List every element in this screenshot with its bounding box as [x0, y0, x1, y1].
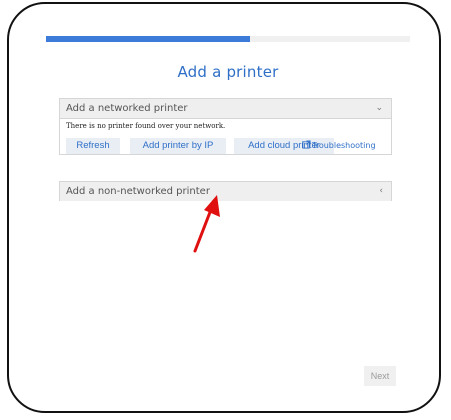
- networked-printer-header-label: Add a networked printer: [66, 103, 188, 114]
- non-networked-printer-header-label: Add a non-networked printer: [66, 186, 210, 197]
- next-button[interactable]: Next: [364, 366, 396, 386]
- red-arrow-annotation: [193, 195, 220, 253]
- progress-bar: [46, 36, 410, 42]
- non-networked-printer-section[interactable]: Add a non-networked printer ‹: [59, 181, 392, 201]
- troubleshooting-link[interactable]: Troubleshooting: [302, 138, 376, 154]
- chevron-down-icon: ⌄: [375, 103, 383, 113]
- external-link-icon: [302, 140, 311, 149]
- troubleshooting-label: Troubleshooting: [312, 141, 376, 150]
- no-printer-message: There is no printer found over your netw…: [66, 122, 226, 130]
- networked-printer-section: Add a networked printer ⌄ There is no pr…: [59, 98, 392, 155]
- progress-fill: [46, 36, 250, 42]
- non-networked-printer-header[interactable]: Add a non-networked printer ‹: [60, 182, 391, 201]
- networked-printer-header[interactable]: Add a networked printer ⌄: [60, 99, 391, 119]
- page-title: Add a printer: [177, 63, 279, 81]
- chevron-left-icon: ‹: [379, 186, 383, 196]
- add-printer-by-ip-button[interactable]: Add printer by IP: [130, 138, 226, 154]
- add-printer-dialog: Add a printer Add a networked printer ⌄ …: [46, 36, 410, 396]
- refresh-button[interactable]: Refresh: [66, 138, 120, 154]
